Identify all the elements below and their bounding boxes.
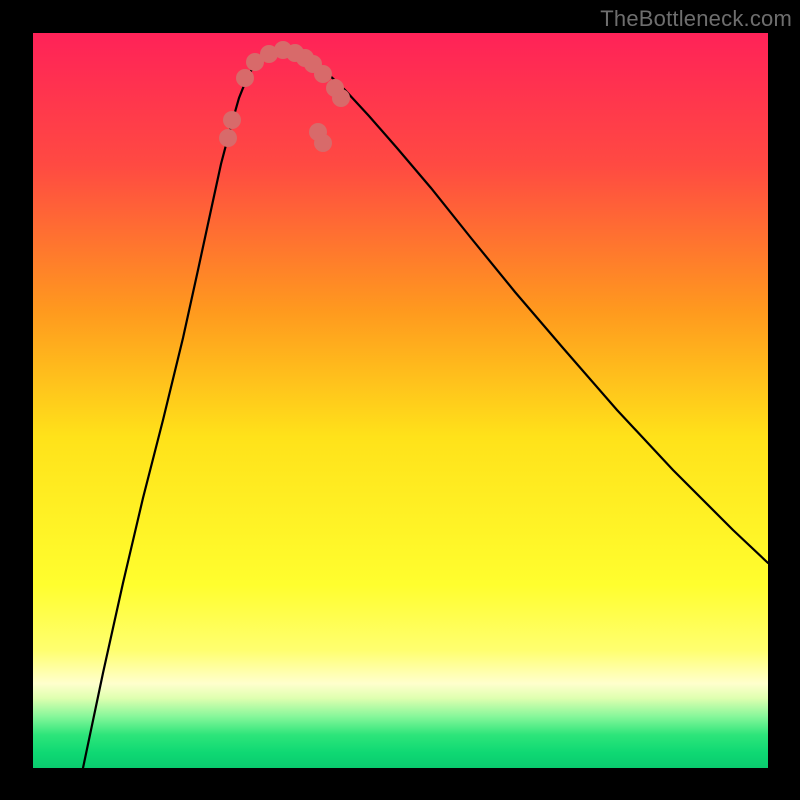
data-marker — [314, 65, 332, 83]
chart-svg — [33, 33, 768, 768]
chart-frame: TheBottleneck.com — [0, 0, 800, 800]
watermark-text: TheBottleneck.com — [600, 6, 792, 32]
data-marker — [332, 89, 350, 107]
data-marker — [219, 129, 237, 147]
data-marker — [223, 111, 241, 129]
plot-area — [33, 33, 768, 768]
data-marker — [236, 69, 254, 87]
bottleneck-curve — [83, 50, 768, 768]
data-marker — [314, 134, 332, 152]
